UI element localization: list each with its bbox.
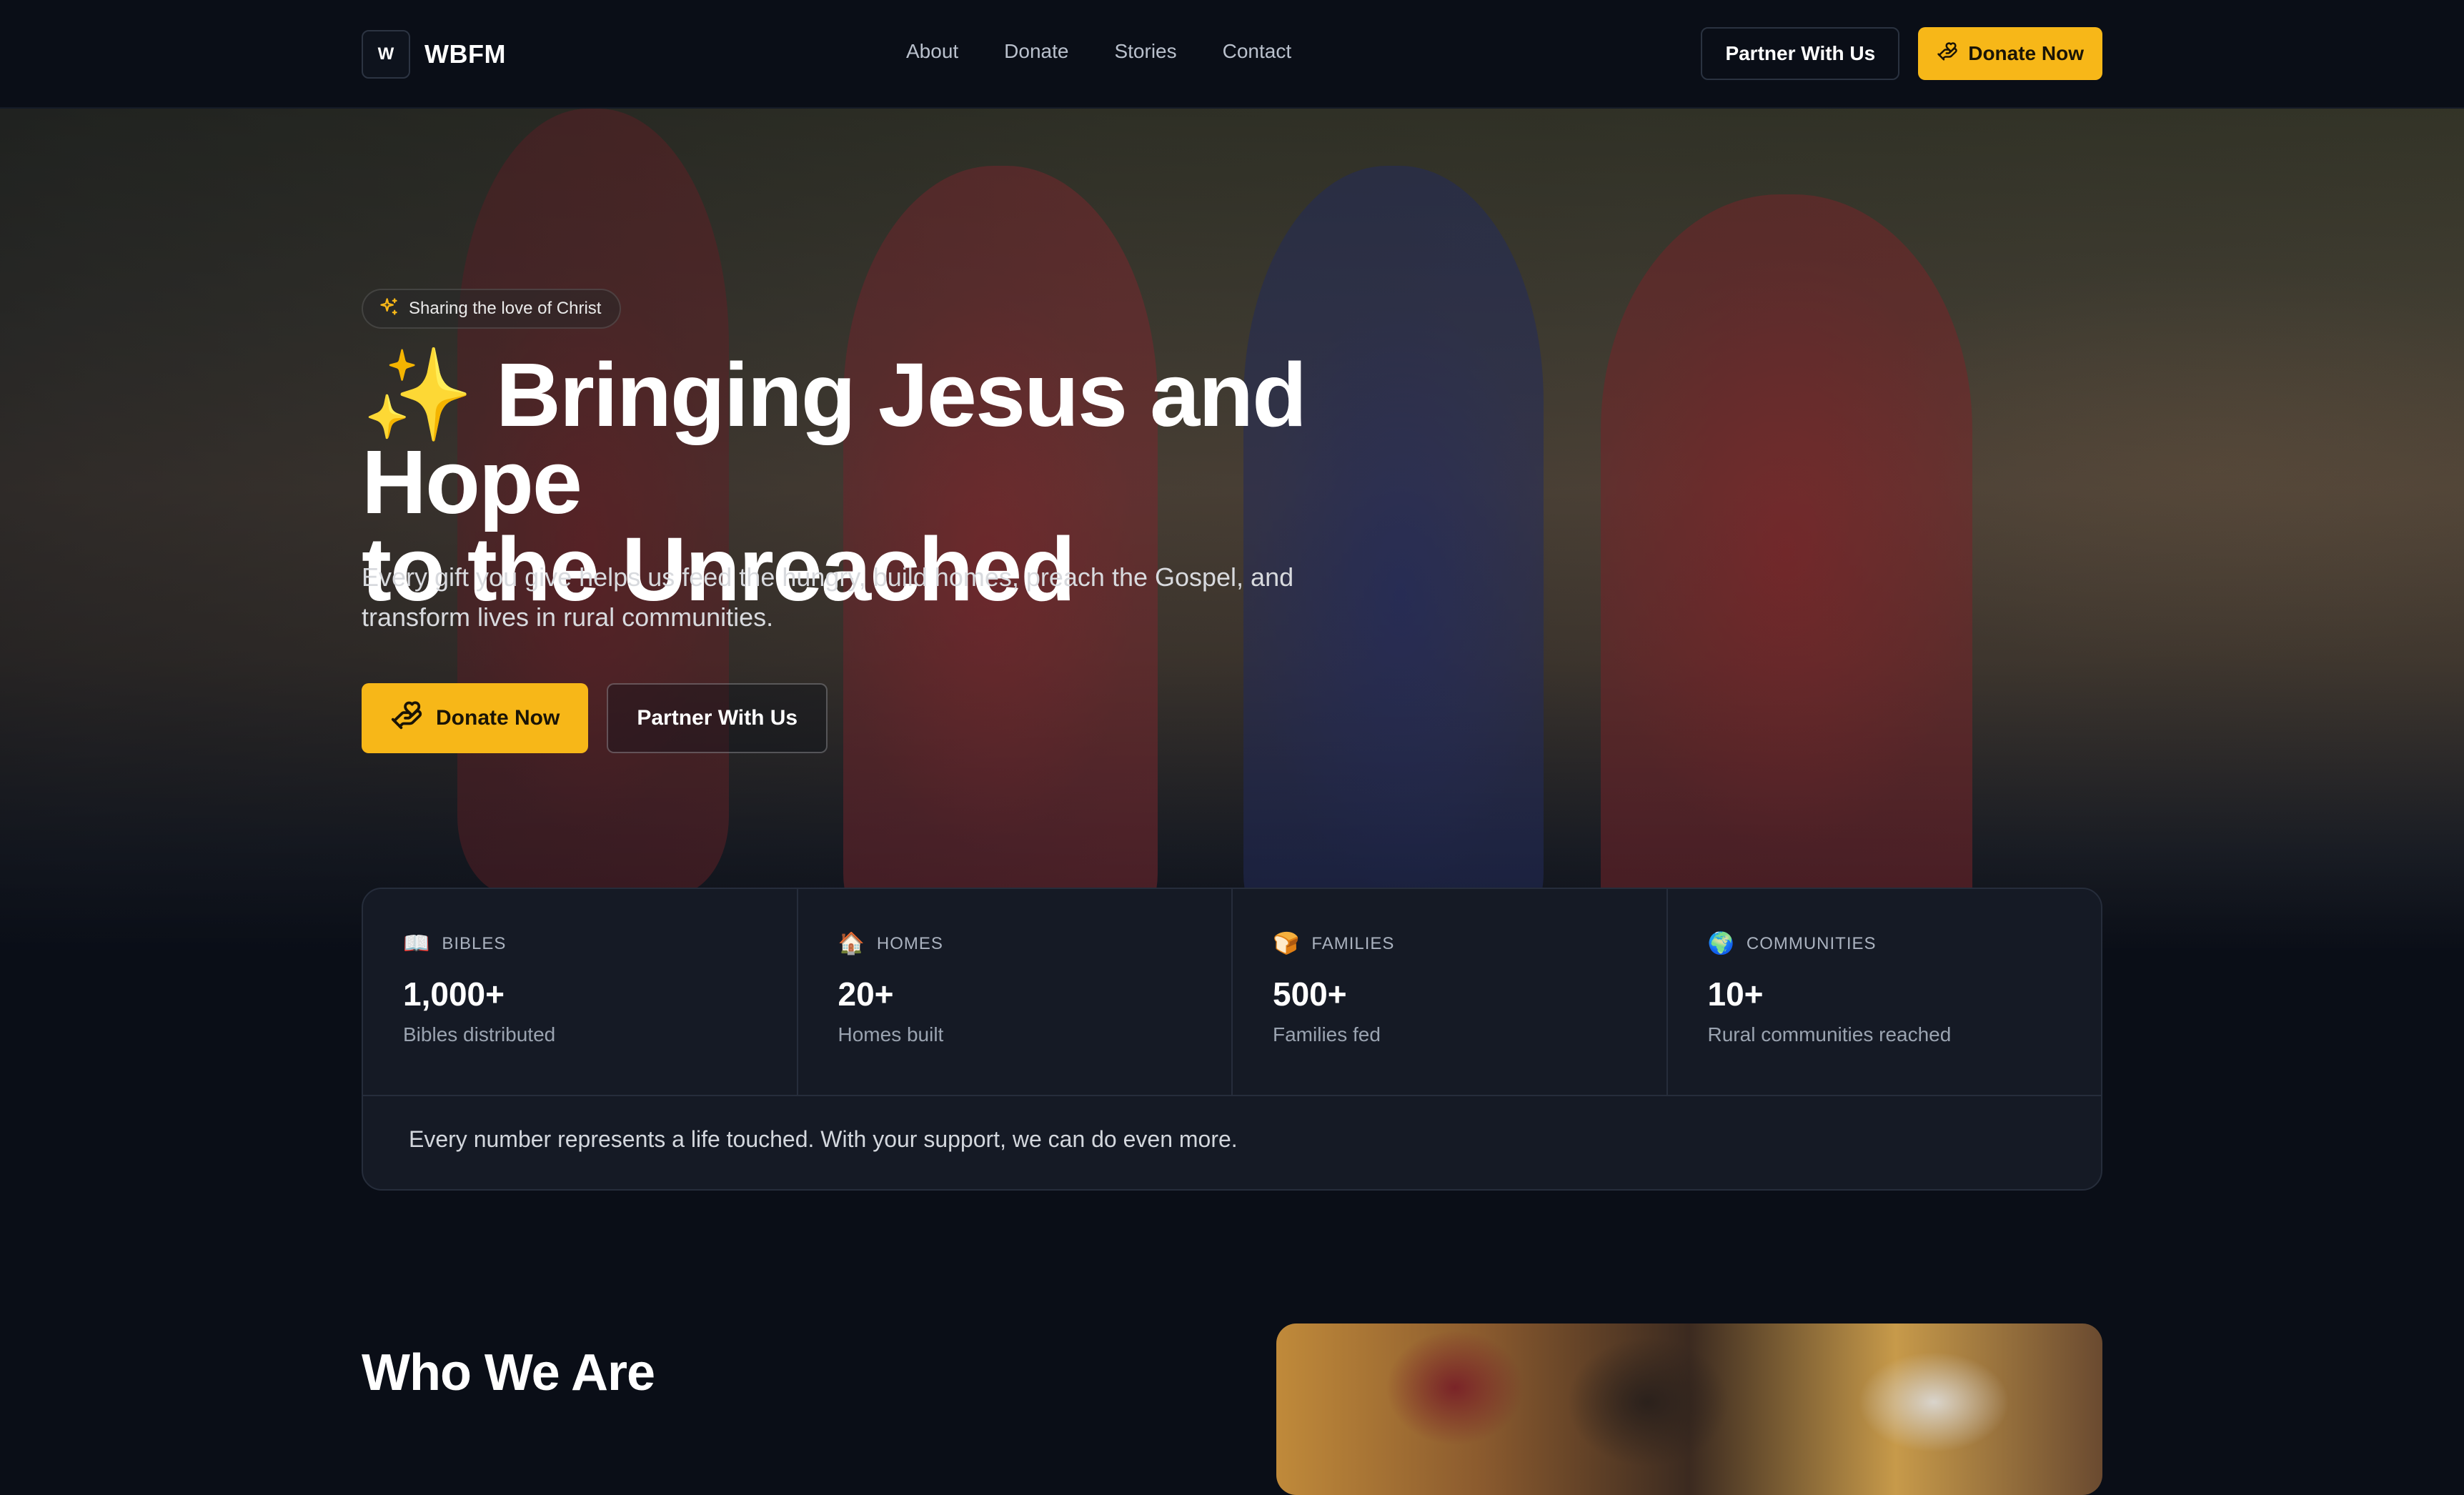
- hero-subtitle: Every gift you give helps us feed the hu…: [362, 562, 1294, 632]
- hero-badge-text: Sharing the love of Christ: [409, 299, 602, 318]
- nav-link-contact[interactable]: Contact: [1223, 40, 1292, 63]
- bread-icon: 🍞: [1273, 932, 1301, 955]
- book-icon: 📖: [403, 932, 431, 955]
- house-icon: 🏠: [838, 932, 865, 955]
- nav-actions: Partner With Us Donate Now: [1701, 27, 2102, 80]
- stat-header: 🏠 HOMES: [838, 933, 1232, 955]
- impact-stats-card: 📖 BIBLES 1,000+ Bibles distributed 🏠 HOM…: [362, 888, 2102, 1191]
- nav-links: About Donate Stories Contact: [906, 40, 1291, 63]
- stat-bibles: 📖 BIBLES 1,000+ Bibles distributed: [363, 889, 798, 1095]
- logo-mark: W: [362, 30, 410, 79]
- sparkles-icon: [379, 297, 399, 322]
- hero-donate-button[interactable]: Donate Now: [362, 683, 589, 753]
- nav-link-about[interactable]: About: [906, 40, 958, 63]
- stat-communities: 🌍 COMMUNITIES 10+ Rural communities reac…: [1668, 889, 2102, 1095]
- stat-header: 🍞 FAMILIES: [1273, 933, 1666, 955]
- stat-label: Homes built: [838, 1023, 944, 1045]
- nav-donate-label: Donate Now: [1968, 42, 2084, 64]
- stat-families: 🍞 FAMILIES 500+ Families fed: [1233, 889, 1668, 1095]
- stat-category: FAMILIES: [1311, 934, 1395, 953]
- who-we-are-title: Who We Are: [362, 1344, 655, 1401]
- stat-category: HOMES: [876, 934, 943, 953]
- nav-link-donate[interactable]: Donate: [1004, 40, 1068, 63]
- logo-text: WBFM: [424, 39, 506, 69]
- hero-badge: Sharing the love of Christ: [362, 289, 622, 329]
- sparkle-emoji: ✨: [362, 344, 474, 445]
- hero-partner-button[interactable]: Partner With Us: [607, 683, 828, 753]
- hero-donate-label: Donate Now: [436, 706, 560, 730]
- stat-header: 📖 BIBLES: [403, 933, 797, 955]
- stat-label: Rural communities reached: [1707, 1023, 1952, 1045]
- hero-title-line1: Bringing Jesus and Hope: [362, 344, 1307, 532]
- stat-category: BIBLES: [442, 934, 507, 953]
- stat-value: 500+: [1273, 975, 1347, 1013]
- nav-donate-button[interactable]: Donate Now: [1918, 27, 2102, 80]
- stat-label: Families fed: [1273, 1023, 1381, 1045]
- globe-icon: 🌍: [1707, 932, 1735, 955]
- stat-label: Bibles distributed: [403, 1023, 556, 1045]
- hand-heart-icon: [1937, 41, 1958, 67]
- stat-header: 🌍 COMMUNITIES: [1708, 933, 2102, 955]
- stats-grid: 📖 BIBLES 1,000+ Bibles distributed 🏠 HOM…: [363, 889, 2101, 1096]
- top-nav: W WBFM About Donate Stories Contact Part…: [0, 0, 2464, 109]
- nav-link-stories[interactable]: Stories: [1114, 40, 1176, 63]
- hero-cta-group: Donate Now Partner With Us: [362, 683, 828, 753]
- hand-heart-icon: [390, 699, 423, 737]
- stat-value: 1,000+: [403, 975, 505, 1013]
- who-we-are-image: [1276, 1323, 2102, 1495]
- stat-value: 10+: [1707, 975, 1764, 1013]
- logo[interactable]: W WBFM: [362, 30, 506, 79]
- nav-partner-button[interactable]: Partner With Us: [1701, 27, 1900, 80]
- stat-homes: 🏠 HOMES 20+ Homes built: [798, 889, 1233, 1095]
- stats-footer-text: Every number represents a life touched. …: [409, 1126, 1238, 1152]
- stat-value: 20+: [838, 975, 894, 1013]
- stat-category: COMMUNITIES: [1746, 934, 1877, 953]
